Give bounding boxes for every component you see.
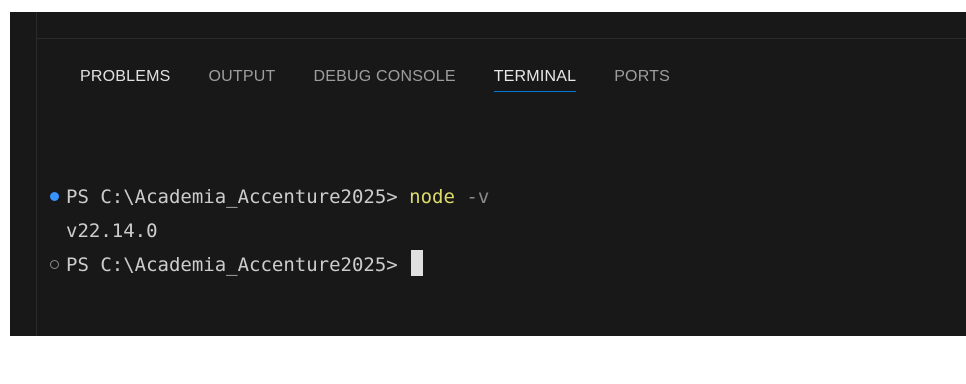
terminal-line: v22.14.0 bbox=[50, 214, 158, 248]
terminal-line: PS C:\Academia_Accenture2025> node -v bbox=[50, 180, 489, 214]
panel-top-border bbox=[37, 38, 966, 39]
command-success-decoration-icon[interactable] bbox=[50, 192, 59, 201]
terminal-command: node bbox=[409, 186, 455, 208]
tab-terminal[interactable]: TERMINAL bbox=[493, 52, 577, 92]
tab-output[interactable]: OUTPUT bbox=[209, 52, 276, 86]
terminal-command-args: -v bbox=[454, 186, 490, 208]
editor-gutter bbox=[36, 12, 37, 336]
panel-tab-bar: PROBLEMS OUTPUT DEBUG CONSOLE TERMINAL P… bbox=[80, 52, 708, 102]
terminal-output[interactable]: PS C:\Academia_Accenture2025> node -v v2… bbox=[50, 180, 489, 282]
tab-debug-console[interactable]: DEBUG CONSOLE bbox=[314, 52, 456, 86]
tab-problems[interactable]: PROBLEMS bbox=[80, 52, 171, 86]
terminal-line: PS C:\Academia_Accenture2025> bbox=[50, 248, 424, 282]
terminal-prompt: PS C:\Academia_Accenture2025> bbox=[66, 254, 410, 276]
vscode-panel: PROBLEMS OUTPUT DEBUG CONSOLE TERMINAL P… bbox=[10, 12, 966, 336]
command-pending-decoration-icon[interactable] bbox=[50, 260, 59, 269]
tab-ports[interactable]: PORTS bbox=[614, 52, 670, 86]
terminal-prompt: PS C:\Academia_Accenture2025> bbox=[66, 186, 410, 208]
terminal-cursor bbox=[411, 250, 424, 276]
terminal-command-output: v22.14.0 bbox=[66, 220, 158, 242]
